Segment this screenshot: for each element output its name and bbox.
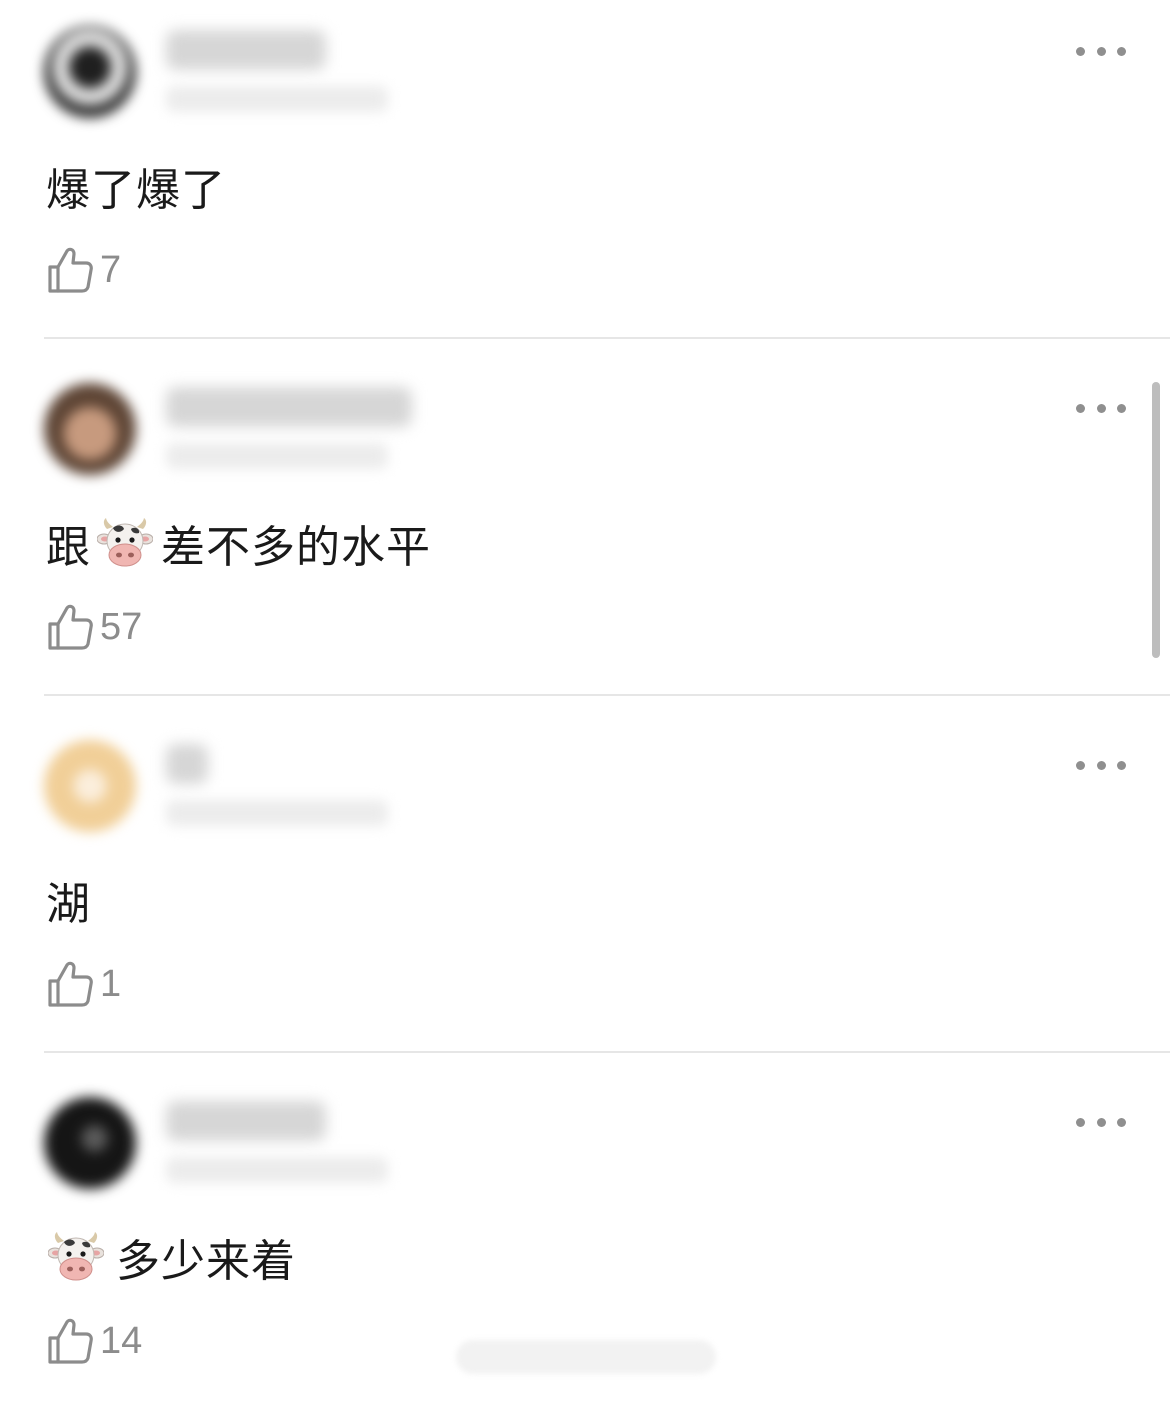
- comment-text: 爆了爆了: [46, 154, 226, 218]
- avatar[interactable]: [44, 740, 136, 832]
- like-button[interactable]: 1: [46, 958, 121, 1010]
- like-count: 57: [100, 606, 143, 648]
- more-icon: [1076, 46, 1085, 56]
- avatar[interactable]: [44, 26, 136, 118]
- like-count: 14: [100, 1320, 143, 1362]
- comment-item: 多少来着 14: [0, 1071, 1170, 1428]
- thumbs-up-icon: [46, 245, 94, 295]
- like-button[interactable]: 57: [46, 601, 142, 653]
- more-options-button[interactable]: [1076, 1109, 1126, 1135]
- more-options-button[interactable]: [1076, 38, 1126, 64]
- cow-face-icon: [48, 1229, 104, 1285]
- more-icon: [1076, 1117, 1085, 1127]
- avatar[interactable]: [44, 1097, 136, 1189]
- username-redacted: [166, 387, 412, 427]
- like-count: 1: [100, 963, 122, 1005]
- divider: [44, 1051, 1170, 1053]
- divider: [44, 337, 1170, 339]
- more-options-button[interactable]: [1076, 752, 1126, 778]
- comment-text: 多少来着: [46, 1225, 296, 1289]
- like-count: 7: [100, 249, 122, 291]
- comment-text-after: 多少来着: [116, 1236, 296, 1287]
- username-redacted: [166, 30, 326, 70]
- comment-item: 跟 差不多的水平 57: [0, 357, 1170, 714]
- home-indicator: [456, 1340, 716, 1374]
- like-button[interactable]: 7: [46, 244, 121, 296]
- comment-text-body: 湖: [46, 879, 91, 930]
- comment-item: 爆了爆了 7: [0, 0, 1170, 357]
- more-options-button[interactable]: [1076, 395, 1126, 421]
- thumbs-up-icon: [46, 959, 94, 1009]
- cow-face-icon: [97, 515, 153, 571]
- comment-meta-redacted: [166, 1157, 388, 1183]
- scrollbar[interactable]: [1152, 382, 1160, 658]
- comment-item: 湖 1: [0, 714, 1170, 1071]
- comment-text-body: 爆了爆了: [46, 165, 226, 216]
- more-icon: [1076, 760, 1085, 770]
- comment-meta-redacted: [166, 443, 388, 469]
- username-redacted: [166, 1101, 326, 1141]
- thumbs-up-icon: [46, 1316, 94, 1366]
- more-icon: [1076, 403, 1085, 413]
- comment-text-after: 差不多的水平: [161, 522, 431, 573]
- username-redacted: [166, 744, 208, 784]
- comment-text-before: 跟: [46, 522, 91, 573]
- like-button[interactable]: 14: [46, 1315, 142, 1367]
- comment-text: 湖: [46, 868, 91, 932]
- comment-text: 跟 差不多的水平: [46, 511, 431, 575]
- avatar[interactable]: [44, 383, 136, 475]
- thumbs-up-icon: [46, 602, 94, 652]
- divider: [44, 694, 1170, 696]
- comment-meta-redacted: [166, 800, 388, 826]
- comment-meta-redacted: [166, 86, 388, 112]
